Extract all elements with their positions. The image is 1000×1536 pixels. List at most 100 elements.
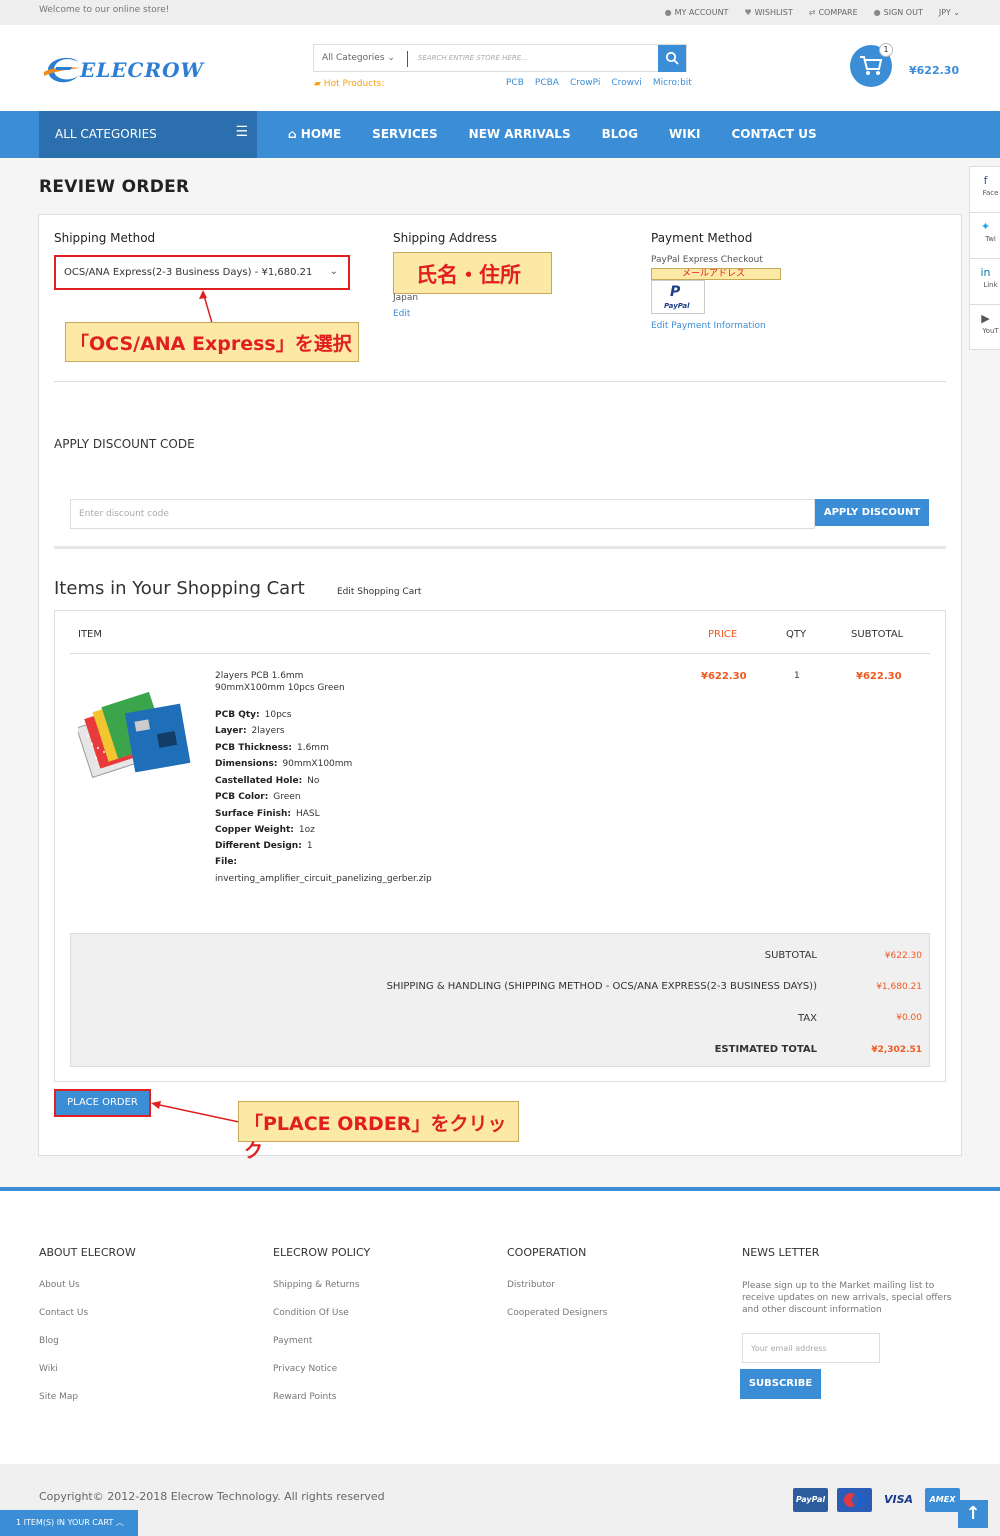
page-title: REVIEW ORDER bbox=[39, 177, 190, 197]
copyright-text: Copyright© 2012-2018 Elecrow Technology.… bbox=[39, 1490, 385, 1503]
chevron-up-icon: ︿ bbox=[115, 1518, 124, 1527]
search-button[interactable] bbox=[658, 45, 686, 72]
chevron-down-icon: ⌄ bbox=[953, 8, 960, 17]
wishlist-link[interactable]: ♥ WISHLIST bbox=[744, 8, 792, 17]
apply-discount-button[interactable]: APPLY DISCOUNT bbox=[815, 499, 929, 526]
footer-link[interactable]: Privacy Notice bbox=[273, 1364, 337, 1374]
totals-label: TAX bbox=[797, 1013, 817, 1024]
annotation-name-address: 氏名・住所 bbox=[393, 252, 552, 294]
option-row: PCB Color: Green bbox=[215, 792, 301, 802]
nav-contact-us[interactable]: CONTACT US bbox=[731, 127, 816, 141]
hot-link-microbit[interactable]: Micro:bit bbox=[653, 78, 692, 88]
shipping-method-select[interactable]: OCS/ANA Express(2-3 Business Days) - ¥1,… bbox=[54, 255, 350, 290]
nav-wiki[interactable]: WIKI bbox=[669, 127, 700, 141]
social-sidebar: f Face ✦ Twi in Link ▶ YouT bbox=[969, 166, 1000, 350]
compare-link[interactable]: ⇄ COMPARE bbox=[809, 8, 858, 17]
address-country: Japan bbox=[393, 293, 419, 303]
maestro-circles-icon bbox=[843, 1493, 866, 1507]
paypal-card-icon: PayPal bbox=[793, 1488, 828, 1512]
top-links: ● MY ACCOUNT ♥ WISHLIST ⇄ COMPARE ● SIGN OUT… bbox=[665, 8, 960, 17]
col-header-price: PRICE bbox=[708, 629, 738, 640]
currency-select[interactable]: JPY ⌄ bbox=[939, 8, 960, 17]
option-row: Castellated Hole: No bbox=[215, 776, 320, 786]
col-header-item: ITEM bbox=[78, 629, 103, 640]
arrow-up-icon: ↑ bbox=[965, 1503, 981, 1524]
chevron-down-icon: ⌄ bbox=[387, 53, 395, 63]
youtube-icon: ▶ bbox=[981, 312, 990, 325]
edit-address-link[interactable]: Edit bbox=[393, 309, 410, 319]
footer-link[interactable]: Blog bbox=[39, 1336, 59, 1346]
heart-icon: ♥ bbox=[744, 8, 752, 17]
nav-services[interactable]: SERVICES bbox=[372, 127, 437, 141]
social-youtube[interactable]: ▶ YouT bbox=[970, 305, 1000, 351]
social-linkedin[interactable]: in Link bbox=[970, 259, 1000, 305]
discount-code-input[interactable]: Enter discount code bbox=[70, 499, 815, 529]
edit-cart-link[interactable]: Edit Shopping Cart bbox=[337, 587, 421, 597]
cart-summary-bar[interactable]: 1 ITEM(S) IN YOUR CART ︿ bbox=[0, 1510, 138, 1536]
cart-items-title: Items in Your Shopping Cart bbox=[54, 578, 305, 599]
footer-link[interactable]: Distributor bbox=[507, 1280, 555, 1290]
col-header-qty: QTY bbox=[786, 629, 807, 640]
place-order-button[interactable]: PLACE ORDER bbox=[54, 1089, 151, 1117]
my-account-link[interactable]: ● MY ACCOUNT bbox=[665, 8, 729, 17]
option-row: PCB Thickness: 1.6mm bbox=[215, 743, 329, 753]
col-header-subtotal: SUBTOTAL bbox=[851, 629, 904, 640]
facebook-icon: f bbox=[983, 174, 988, 187]
cart-total[interactable]: ¥622.30 bbox=[909, 64, 959, 77]
welcome-text: Welcome to our online store! bbox=[39, 5, 170, 15]
footer-link[interactable]: Wiki bbox=[39, 1364, 58, 1374]
hot-link-pcba[interactable]: PCBA bbox=[535, 78, 559, 88]
chevron-down-icon: ⌄ bbox=[329, 266, 338, 277]
footer-link[interactable]: Cooperated Designers bbox=[507, 1308, 607, 1318]
option-row: Dimensions: 90mmX100mm bbox=[215, 759, 353, 769]
cart-count-badge: 1 bbox=[879, 43, 893, 57]
product-name[interactable]: 2layers PCB 1.6mm 90mmX100mm 10pcs Green bbox=[215, 670, 345, 694]
sign-out-link[interactable]: ● SIGN OUT bbox=[874, 8, 923, 17]
nav-blog[interactable]: BLOG bbox=[602, 127, 638, 141]
back-to-top-button[interactable]: ↑ bbox=[958, 1500, 988, 1528]
truck-icon: ▰ bbox=[314, 79, 321, 89]
annotation-email: メールアドレス bbox=[651, 268, 781, 280]
hot-link-crowpi[interactable]: CrowPi bbox=[570, 78, 600, 88]
hot-link-crowvi[interactable]: Crowvi bbox=[611, 78, 641, 88]
search-input[interactable]: SEARCH ENTIRE STORE HERE... bbox=[418, 54, 528, 62]
all-categories-button[interactable]: ALL CATEGORIES ☰ bbox=[39, 111, 257, 158]
footer-link[interactable]: Contact Us bbox=[39, 1308, 88, 1318]
edit-payment-link[interactable]: Edit Payment Information bbox=[651, 321, 766, 331]
nav-new-arrivals[interactable]: NEW ARRIVALS bbox=[469, 127, 571, 141]
footer-col-title: COOPERATION bbox=[507, 1246, 587, 1259]
option-row: Copper Weight: 1oz bbox=[215, 825, 315, 835]
shipping-address-title: Shipping Address bbox=[393, 231, 497, 245]
search-icon bbox=[665, 51, 679, 65]
footer-link[interactable]: About Us bbox=[39, 1280, 80, 1290]
payment-method-name: PayPal Express Checkout bbox=[651, 255, 763, 265]
footer-link[interactable]: Payment bbox=[273, 1336, 312, 1346]
divider bbox=[70, 653, 930, 654]
newsletter-email-input[interactable]: Your email address bbox=[742, 1333, 880, 1363]
subscribe-button[interactable]: SUBSCRIBE bbox=[740, 1369, 821, 1399]
nav-home[interactable]: ⌂ HOME bbox=[288, 127, 341, 141]
totals-label: ESTIMATED TOTAL bbox=[714, 1044, 817, 1055]
home-icon: ⌂ bbox=[288, 127, 297, 141]
cart-icon bbox=[860, 56, 883, 75]
footer-link[interactable]: Reward Points bbox=[273, 1392, 336, 1402]
hot-products-label: ▰ Hot Products: bbox=[314, 79, 385, 89]
hot-products-links: PCB PCBA CrowPi Crowvi Micro:bit bbox=[506, 78, 692, 88]
search-category-select[interactable]: All Categories ⌄ bbox=[322, 53, 395, 63]
totals-value: ¥622.30 bbox=[884, 951, 922, 961]
footer-link[interactable]: Shipping & Returns bbox=[273, 1280, 360, 1290]
visa-card-icon: VISA bbox=[883, 1493, 914, 1506]
social-twitter[interactable]: ✦ Twi bbox=[970, 213, 1000, 259]
logo[interactable]: ELECROW bbox=[42, 50, 203, 90]
hot-link-pcb[interactable]: PCB bbox=[506, 78, 524, 88]
item-qty: 1 bbox=[794, 671, 800, 681]
logo-swirl-icon bbox=[44, 57, 80, 83]
compare-icon: ⇄ bbox=[808, 8, 816, 17]
footer-link[interactable]: Condition Of Use bbox=[273, 1308, 349, 1318]
paypal-icon: P bbox=[670, 284, 681, 300]
logo-text: ELECROW bbox=[80, 58, 204, 82]
item-price: ¥622.30 bbox=[701, 671, 747, 682]
social-facebook[interactable]: f Face bbox=[970, 167, 1000, 213]
footer-link[interactable]: Site Map bbox=[39, 1392, 78, 1402]
discount-title: APPLY DISCOUNT CODE bbox=[54, 437, 195, 451]
